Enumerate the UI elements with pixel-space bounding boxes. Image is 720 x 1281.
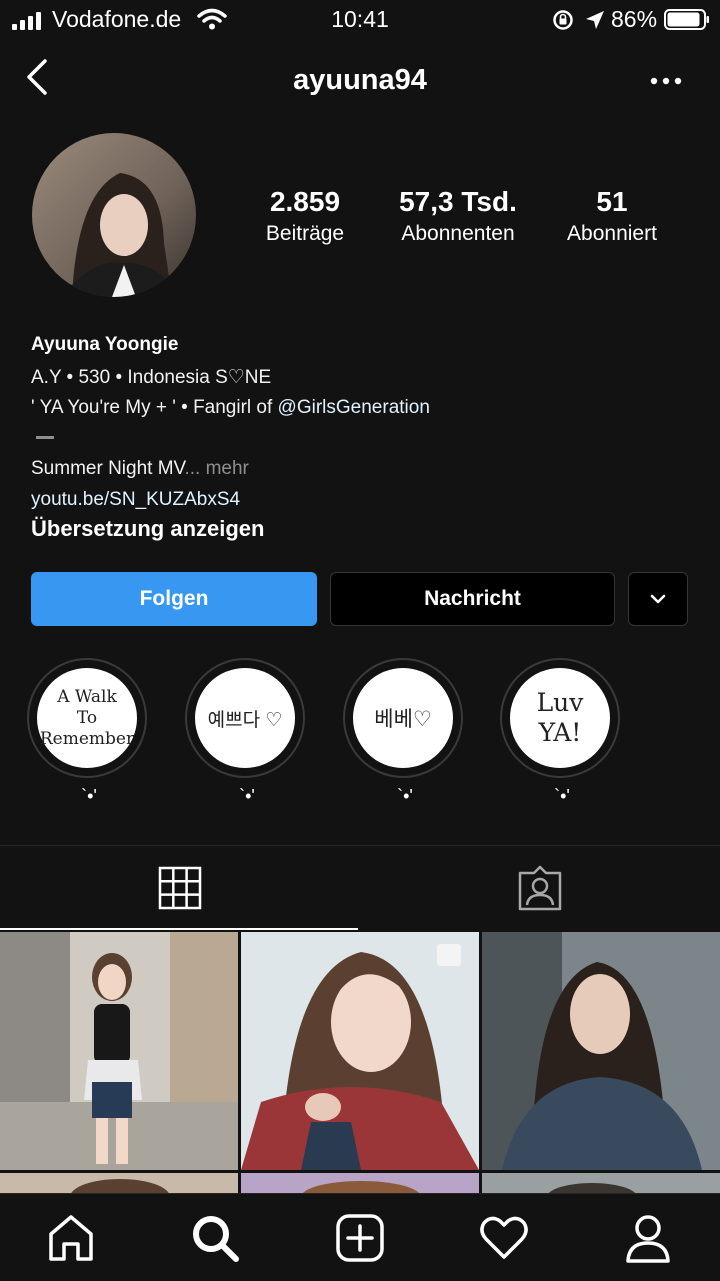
stat-posts: 2.859 Beiträge [240, 186, 370, 246]
highlight-ring: A Walk To Remember [27, 658, 147, 778]
post-thumbnail[interactable] [0, 932, 238, 1170]
battery-percent: 86% [611, 6, 658, 32]
story-highlight[interactable]: 예쁘다 ♡ `•' [185, 658, 309, 806]
tagged-person-icon [518, 865, 562, 911]
highlight-cover: Luv YA! [510, 668, 610, 768]
stat-posts-value: 2.859 [269, 186, 341, 217]
highlight-ring: Luv YA! [500, 658, 620, 778]
highlight-cover-text: YA! [538, 718, 582, 747]
highlight-ring: 베베♡ [343, 658, 463, 778]
add-post-icon[interactable] [334, 1212, 386, 1264]
highlight-label: `•' [239, 786, 255, 806]
highlight-cover-text: A Walk [57, 686, 117, 707]
stat-followers[interactable]: 57,3 Tsd. Abonnenten [383, 186, 533, 246]
activity-heart-icon[interactable] [478, 1212, 530, 1264]
bio-line-1: A.Y • 530 • Indonesia S♡NE [31, 367, 272, 388]
bio-line-2: ' YA You're My + ' • Fangirl of @GirlsGe… [31, 397, 430, 419]
stat-followers-value: 57,3 Tsd. [399, 186, 517, 217]
stat-following[interactable]: 51 Abonniert [552, 186, 672, 246]
bio-display-name: Ayuuna Yoongie [31, 334, 179, 355]
bio-ellipsis: ... [184, 458, 206, 479]
highlight-cover-text: Luv [536, 688, 584, 717]
stat-following-label: Abonniert [567, 222, 657, 245]
mention-link[interactable]: @GirlsGeneration [278, 397, 430, 418]
highlight-cover-text: 베베♡ [374, 708, 432, 731]
battery-icon [664, 9, 709, 30]
stat-following-value: 51 [596, 186, 628, 217]
highlight-cover-text: To [76, 707, 98, 728]
stat-followers-label: Abonnenten [401, 222, 515, 245]
story-highlight[interactable]: A Walk To Remember `•' [27, 658, 151, 806]
active-tab-indicator [0, 928, 358, 930]
tab-tagged[interactable] [360, 846, 720, 930]
profile-avatar[interactable] [32, 133, 196, 297]
search-icon[interactable] [189, 1212, 241, 1264]
post-thumbnail[interactable] [482, 932, 720, 1170]
stat-posts-label: Beiträge [265, 222, 345, 245]
status-bar: Vodafone.de 10:41 86% [0, 0, 720, 40]
message-button[interactable]: Nachricht [330, 572, 615, 626]
rotation-lock-icon [553, 10, 573, 30]
location-arrow-icon [586, 11, 604, 29]
follow-button[interactable]: Folgen [31, 572, 317, 626]
bio-line-2-text: ' YA You're My + ' • Fangirl of [31, 397, 278, 418]
highlight-cover: 예쁘다 ♡ [195, 668, 295, 768]
highlight-cover-text: Remember [39, 728, 135, 749]
grid-icon [158, 866, 202, 910]
highlight-cover-text: 예쁘다 ♡ [207, 709, 283, 731]
highlight-cover: A Walk To Remember [37, 668, 137, 768]
highlight-label: `•' [554, 786, 570, 806]
highlight-cover: 베베♡ [353, 668, 453, 768]
post-thumbnail[interactable] [241, 932, 479, 1170]
chevron-down-icon [650, 594, 666, 604]
highlight-ring: 예쁘다 ♡ [185, 658, 305, 778]
highlight-label: `•' [397, 786, 413, 806]
highlight-label: `•' [81, 786, 97, 806]
story-highlight[interactable]: Luv YA! `•' [500, 658, 624, 806]
suggestions-dropdown-button[interactable] [628, 572, 688, 626]
home-icon[interactable] [45, 1212, 97, 1264]
bio-line-3: Summer Night MV... mehr [31, 458, 249, 480]
show-translation-button[interactable]: Übersetzung anzeigen [31, 516, 264, 542]
profile-username: ayuuna94 [293, 64, 427, 96]
more-link[interactable]: mehr [206, 458, 249, 479]
story-highlight[interactable]: 베베♡ `•' [343, 658, 467, 806]
bio-divider-dash [36, 436, 54, 439]
bio-line-3-text: Summer Night MV [31, 458, 185, 479]
tab-grid[interactable] [0, 846, 360, 930]
profile-icon[interactable] [622, 1212, 674, 1264]
more-options-icon[interactable] [650, 76, 682, 86]
website-link[interactable]: youtu.be/SN_KUZAbxS4 [31, 489, 240, 511]
